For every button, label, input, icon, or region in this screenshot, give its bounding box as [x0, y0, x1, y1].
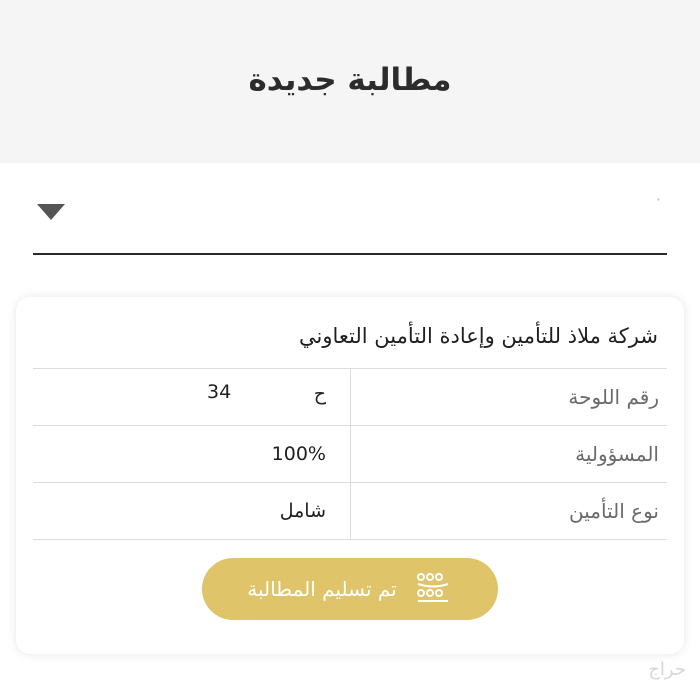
- plate-label: رقم اللوحة: [568, 385, 659, 409]
- claim-status-label: تم تسليم المطالبة: [247, 577, 397, 601]
- insurance-type-value: شامل: [33, 483, 351, 539]
- claim-status-icon: [416, 573, 449, 602]
- liability-value: 100%: [33, 426, 351, 482]
- chevron-down-icon[interactable]: [37, 204, 65, 220]
- table-row-liability: المسؤولية 100%: [33, 426, 667, 483]
- company-name: شركة ملاذ للتأمين وإعادة التأمين التعاون…: [299, 324, 658, 348]
- page-header: مطالبة جديدة: [0, 0, 700, 163]
- select-value: ·: [655, 190, 661, 209]
- claim-status-button[interactable]: تم تسليم المطالبة: [202, 558, 498, 620]
- claim-info-table: رقم اللوحة ح 34 المسؤولية 100% نوع التأم…: [33, 368, 667, 540]
- plate-letter: ح: [313, 383, 326, 405]
- watermark: حراج: [648, 659, 686, 680]
- page-title: مطالبة جديدة: [248, 62, 452, 98]
- plate-number: 34: [207, 381, 232, 403]
- claim-card: شركة ملاذ للتأمين وإعادة التأمين التعاون…: [16, 297, 684, 654]
- table-row-insurance-type: نوع التأمين شامل: [33, 483, 667, 540]
- plate-value: ح 34: [33, 369, 351, 425]
- vehicle-select[interactable]: ·: [33, 176, 667, 255]
- liability-label: المسؤولية: [575, 442, 659, 466]
- insurance-type-label: نوع التأمين: [569, 499, 659, 523]
- table-row-plate: رقم اللوحة ح 34: [33, 369, 667, 426]
